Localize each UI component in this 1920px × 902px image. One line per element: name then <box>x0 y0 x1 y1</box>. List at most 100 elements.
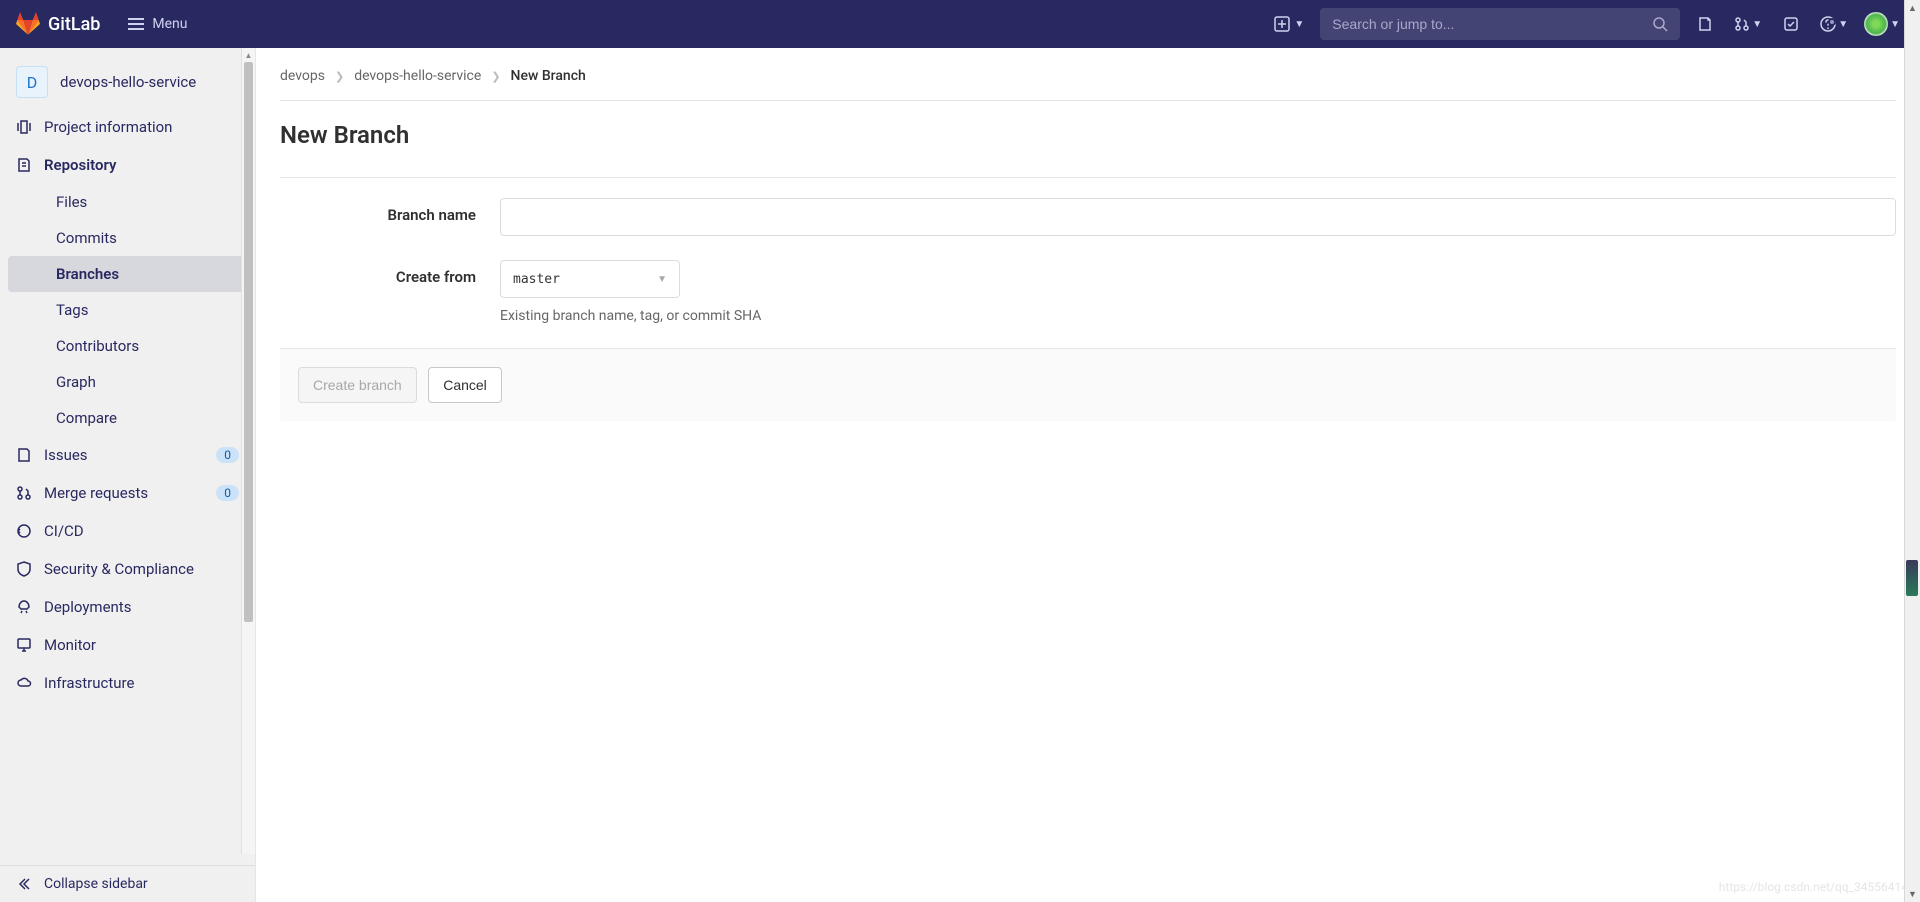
help-dropdown[interactable]: ▼ <box>1816 16 1852 32</box>
project-header[interactable]: D devops-hello-service <box>0 56 255 108</box>
sidebar-subitem-contributors[interactable]: Contributors <box>8 328 247 364</box>
page-title: New Branch <box>280 121 1896 149</box>
collapse-icon <box>16 876 32 892</box>
hamburger-icon <box>128 18 144 30</box>
sidebar-item-infrastructure[interactable]: Infrastructure <box>0 664 255 702</box>
scroll-down-icon[interactable]: ▼ <box>1905 886 1920 902</box>
search-icon <box>1652 16 1668 32</box>
branch-name-label: Branch name <box>280 198 500 224</box>
breadcrumb-group[interactable]: devops <box>280 68 325 84</box>
sidebar-subitem-label: Contributors <box>56 337 139 355</box>
project-avatar: D <box>16 66 48 98</box>
breadcrumb-project[interactable]: devops-hello-service <box>354 68 481 84</box>
shield-icon <box>16 561 32 577</box>
sidebar-subitem-label: Compare <box>56 409 117 427</box>
create-from-value: master <box>513 272 560 287</box>
sidebar-item-repository[interactable]: Repository <box>0 146 255 184</box>
sidebar-item-deployments[interactable]: Deployments <box>0 588 255 626</box>
issues-icon <box>16 447 32 463</box>
create-from-help: Existing branch name, tag, or commit SHA <box>500 308 1896 324</box>
todo-icon <box>1783 16 1799 32</box>
sidebar-subitem-label: Files <box>56 193 87 211</box>
page-scrollbar[interactable]: ▲ ▼ <box>1904 0 1920 902</box>
sidebar-item-issues[interactable]: Issues 0 <box>0 436 255 474</box>
create-from-label: Create from <box>280 260 500 286</box>
sidebar-item-label: Project information <box>44 118 239 136</box>
sidebar-subitem-graph[interactable]: Graph <box>8 364 247 400</box>
sidebar-subitem-compare[interactable]: Compare <box>8 400 247 436</box>
create-new-dropdown[interactable]: ▼ <box>1266 10 1312 38</box>
form-actions: Create branch Cancel <box>280 348 1896 421</box>
button-label: Cancel <box>443 377 487 393</box>
sidebar-scrollbar[interactable]: ▲ <box>241 48 255 854</box>
gitlab-logo-icon <box>16 12 40 36</box>
sidebar-item-label: Merge requests <box>44 484 204 502</box>
sidebar-item-project-information[interactable]: Project information <box>0 108 255 146</box>
sidebar-item-monitor[interactable]: Monitor <box>0 626 255 664</box>
cicd-icon <box>16 523 32 539</box>
brand-text: GitLab <box>48 14 100 35</box>
gitlab-logo[interactable]: GitLab <box>16 12 100 36</box>
project-name: devops-hello-service <box>60 73 196 91</box>
breadcrumb: devops ❯ devops-hello-service ❯ New Bran… <box>280 68 1896 84</box>
create-from-dropdown[interactable]: master ▼ <box>500 260 680 298</box>
sidebar-item-label: Issues <box>44 446 204 464</box>
collapse-sidebar-button[interactable]: Collapse sidebar <box>0 865 255 902</box>
chevron-right-icon: ❯ <box>491 70 500 83</box>
issues-count-badge: 0 <box>216 447 239 463</box>
chevron-down-icon: ▼ <box>657 274 667 285</box>
project-info-icon <box>16 119 32 135</box>
issues-icon <box>1697 16 1713 32</box>
collapse-label: Collapse sidebar <box>44 876 148 892</box>
scroll-up-icon[interactable]: ▲ <box>242 48 255 62</box>
chevron-down-icon: ▼ <box>1752 19 1762 30</box>
search-box[interactable] <box>1320 8 1680 40</box>
chevron-right-icon: ❯ <box>335 70 344 83</box>
sidebar-item-label: CI/CD <box>44 522 239 540</box>
sidebar-item-label: Monitor <box>44 636 239 654</box>
chevron-down-icon: ▼ <box>1294 19 1304 30</box>
create-branch-button[interactable]: Create branch <box>298 367 417 403</box>
chevron-down-icon: ▼ <box>1890 19 1900 30</box>
branch-name-input[interactable] <box>500 198 1896 236</box>
merge-requests-shortcut[interactable]: ▼ <box>1730 16 1766 32</box>
sidebar-item-label: Security & Compliance <box>44 560 239 578</box>
cloud-icon <box>16 675 32 691</box>
menu-label: Menu <box>152 16 187 32</box>
menu-button[interactable]: Menu <box>128 16 187 32</box>
button-label: Create branch <box>313 377 402 393</box>
divider <box>280 177 1896 178</box>
create-from-row: Create from master ▼ Existing branch nam… <box>280 260 1896 324</box>
sidebar-item-label: Infrastructure <box>44 674 239 692</box>
sidebar-item-cicd[interactable]: CI/CD <box>0 512 255 550</box>
search-input[interactable] <box>1332 16 1652 32</box>
sidebar-subitem-files[interactable]: Files <box>8 184 247 220</box>
watermark: https://blog.csdn.net/qq_34556414 <box>1719 880 1908 894</box>
todos-shortcut[interactable] <box>1774 7 1808 41</box>
breadcrumb-current: New Branch <box>511 68 586 84</box>
rocket-icon <box>16 599 32 615</box>
sidebar-subitem-label: Commits <box>56 229 117 247</box>
main-content: devops ❯ devops-hello-service ❯ New Bran… <box>256 48 1920 902</box>
scrollbar-thumb[interactable] <box>244 62 253 622</box>
scroll-up-icon[interactable]: ▲ <box>1905 0 1920 16</box>
monitor-icon <box>16 637 32 653</box>
merge-request-icon <box>16 485 32 501</box>
divider <box>280 100 1896 101</box>
chevron-down-icon: ▼ <box>1838 19 1848 30</box>
sidebar-item-security[interactable]: Security & Compliance <box>0 550 255 588</box>
sidebar-item-merge-requests[interactable]: Merge requests 0 <box>0 474 255 512</box>
sidebar-subitem-branches[interactable]: Branches <box>8 256 247 292</box>
sidebar-item-label: Repository <box>44 156 239 174</box>
merge-request-icon <box>1734 16 1750 32</box>
sidebar-subitem-tags[interactable]: Tags <box>8 292 247 328</box>
cancel-button[interactable]: Cancel <box>428 367 502 403</box>
sidebar: D devops-hello-service Project informati… <box>0 48 256 902</box>
page-indicator <box>1906 560 1918 596</box>
user-menu[interactable]: ▼ <box>1860 12 1904 36</box>
issues-shortcut[interactable] <box>1688 7 1722 41</box>
sidebar-item-label: Deployments <box>44 598 239 616</box>
avatar <box>1864 12 1888 36</box>
sidebar-subitem-commits[interactable]: Commits <box>8 220 247 256</box>
repository-icon <box>16 157 32 173</box>
